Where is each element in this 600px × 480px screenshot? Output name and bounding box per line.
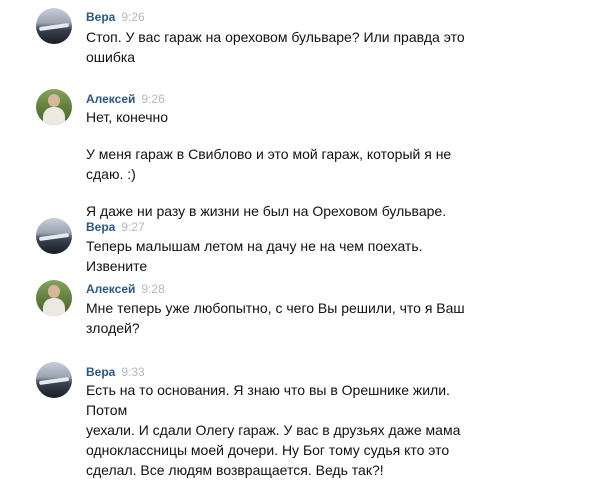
message-line: злодей? xyxy=(86,320,140,336)
avatar-alexey[interactable] xyxy=(36,89,72,125)
message-text: Нет, конечно У меня гараж в Свиблово и э… xyxy=(86,107,486,221)
avatar-alexey[interactable] xyxy=(36,280,72,316)
message-header: Вера 9:27 xyxy=(86,220,145,234)
message-line: Стоп. У вас гараж на ореховом бульваре? … xyxy=(86,29,465,45)
message-line: Мне теперь уже любопытно, с чего Вы реши… xyxy=(86,300,465,316)
message-time: 9:26 xyxy=(141,92,165,106)
message-text: Мне теперь уже любопытно, с чего Вы реши… xyxy=(86,298,486,338)
chat-history: Вера 9:26 Стоп. У вас гараж на ореховом б… xyxy=(0,0,600,478)
message-line: сделал. Все людям возвращается. Ведь так… xyxy=(86,462,384,478)
avatar-vera[interactable] xyxy=(36,218,72,254)
message-header: Вера 9:26 xyxy=(86,10,145,24)
author-name[interactable]: Вера xyxy=(86,10,115,24)
message-time: 9:26 xyxy=(121,10,145,24)
message-line: Я даже ни разу в жизни не был на Орехово… xyxy=(86,203,447,219)
message-time: 9:33 xyxy=(121,365,145,379)
message-line: уехали. И сдали Олегу гараж. У вас в дру… xyxy=(86,422,461,438)
message-text: Теперь малышам летом на дачу не на чем п… xyxy=(86,236,486,276)
avatar-vera[interactable] xyxy=(36,362,72,398)
message-line: Теперь малышам летом на дачу не на чем п… xyxy=(86,238,423,274)
message-time: 9:28 xyxy=(141,282,165,296)
author-name[interactable]: Алексей xyxy=(86,92,135,106)
message-header: Алексей 9:28 xyxy=(86,282,165,296)
message-text: Стоп. У вас гараж на ореховом бульваре? … xyxy=(86,27,486,67)
message-time: 9:27 xyxy=(121,220,145,234)
author-name[interactable]: Алексей xyxy=(86,282,135,296)
author-name[interactable]: Вера xyxy=(86,220,115,234)
message-line: ошибка xyxy=(86,49,136,65)
author-name[interactable]: Вера xyxy=(86,365,115,379)
message-line: Есть на то основания. Я знаю что вы в Ор… xyxy=(86,382,450,418)
message-line: У меня гараж в Свиблово и это мой гараж,… xyxy=(86,146,452,182)
message-line: одноклассницы моей дочери. Ну Бог тому с… xyxy=(86,442,450,458)
message-line: Нет, конечно xyxy=(86,109,169,125)
message-header: Вера 9:33 xyxy=(86,365,145,379)
message-header: Алексей 9:26 xyxy=(86,92,165,106)
avatar-vera[interactable] xyxy=(36,8,72,44)
message-text: Есть на то основания. Я знаю что вы в Ор… xyxy=(86,380,486,480)
